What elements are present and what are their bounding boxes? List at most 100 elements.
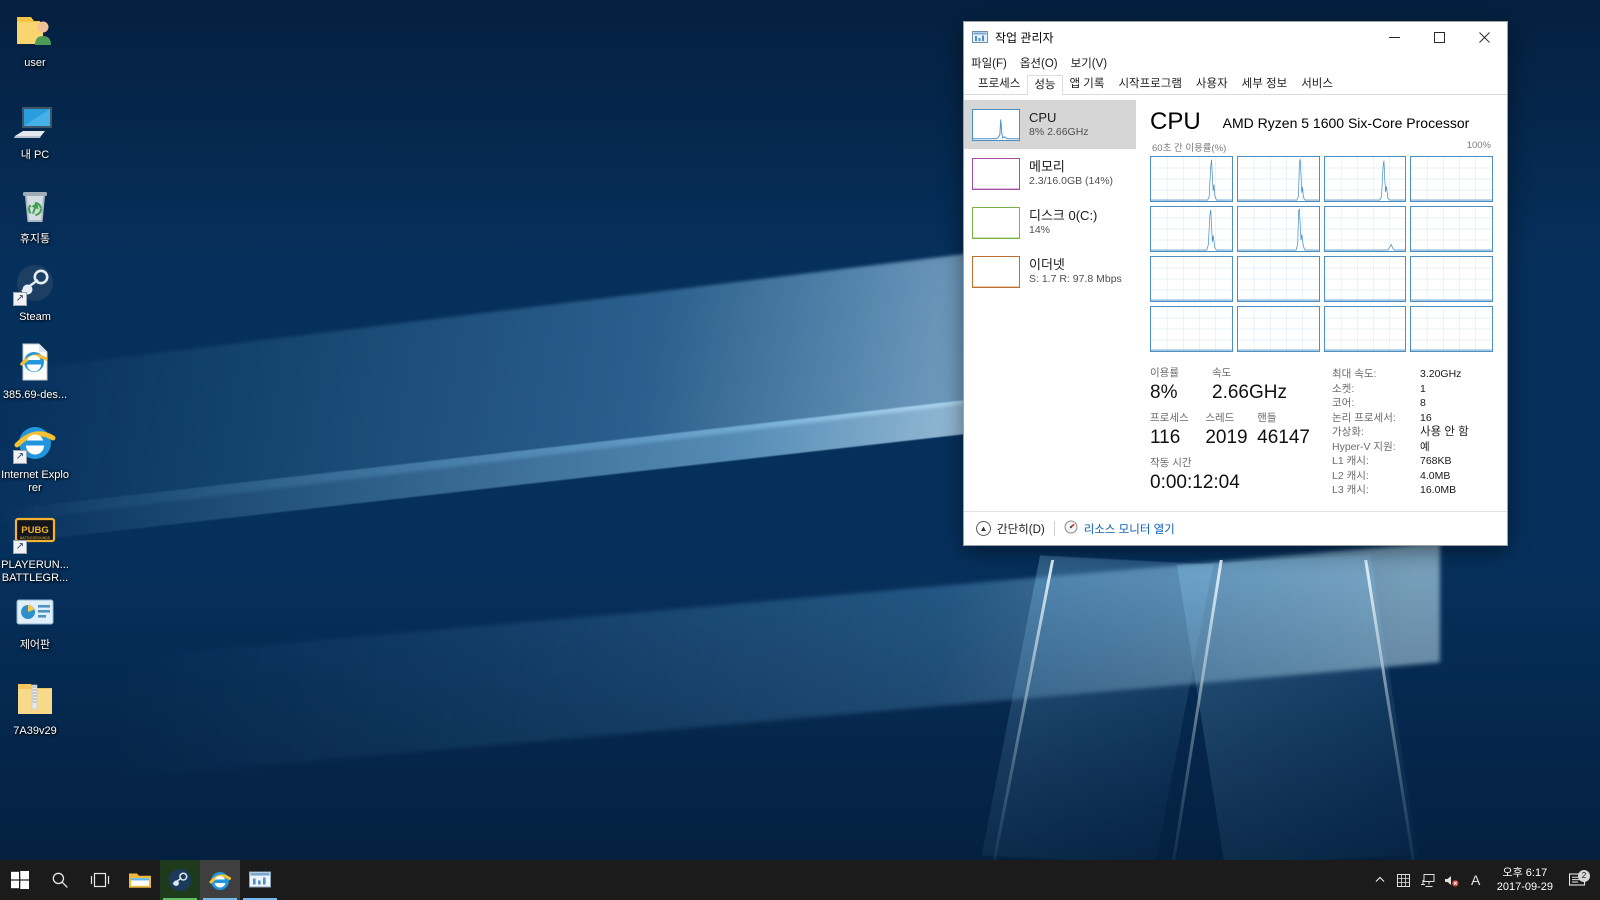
open-resource-monitor-button[interactable]: 리소스 모니터 열기 [1064, 520, 1175, 537]
desktop-icon-my-pc[interactable]: 내 PC [0, 100, 70, 162]
tab-5[interactable]: 세부 정보 [1235, 74, 1295, 94]
spec-row: L1 캐시:768KB [1332, 454, 1493, 469]
logical-processor-graph[interactable] [1324, 256, 1407, 302]
stat-utilization: 이용률 8% [1150, 366, 1212, 405]
stat-value: 8% [1150, 380, 1212, 405]
desktop-icon-steam[interactable]: ↗Steam [0, 262, 70, 324]
desktop-icon-label: Internet Explorer [0, 469, 70, 495]
logical-processor-graph[interactable] [1237, 206, 1320, 252]
logical-processor-graph[interactable] [1150, 256, 1233, 302]
cpu-detail-panel: CPU AMD Ryzen 5 1600 Six-Core Processor … [1136, 95, 1507, 511]
resource-subtext: 8% 2.66GHz [1029, 126, 1089, 139]
logical-processor-graph[interactable] [1150, 156, 1233, 202]
search-button[interactable] [40, 860, 80, 900]
logical-processor-graph[interactable] [1324, 206, 1407, 252]
grid-icon[interactable] [1392, 874, 1416, 887]
steam-icon: ↗ [13, 262, 57, 306]
desktop-icon-user[interactable]: user [0, 8, 70, 70]
stat-label: 스레드 [1205, 411, 1257, 425]
computer-icon [13, 100, 57, 144]
cpu-statistics: 이용률 8% 속도 2.66GHz 프로세스 116 [1150, 366, 1493, 498]
stat-handles: 핸들 46147 [1257, 411, 1310, 450]
desktop-icon-pubg[interactable]: PUBGBATTLEGROUNDS↗PLAYERUN... BATTLEGR..… [0, 510, 70, 585]
resource-name: 디스크 0(C:) [1029, 208, 1097, 223]
taskbar-app-file-explorer[interactable] [120, 860, 160, 900]
status-bar[interactable]: ▲ 간단히(D) 리소스 모니터 열기 [964, 511, 1507, 545]
tab-0[interactable]: 프로세스 [971, 74, 1027, 94]
spec-key: L3 캐시: [1332, 483, 1420, 498]
folder-icon [128, 870, 152, 890]
resource-monitor-icon [1064, 520, 1078, 537]
tab-4[interactable]: 사용자 [1189, 74, 1235, 94]
resource-item-[interactable]: 이더넷S: 1.7 R: 97.8 Mbps [964, 247, 1136, 296]
spec-key: 코어: [1332, 396, 1420, 411]
tab-6[interactable]: 서비스 [1294, 74, 1340, 94]
title-bar[interactable]: 작업 관리자 [964, 22, 1507, 52]
volume-muted-icon[interactable] [1440, 874, 1464, 887]
maximize-button[interactable] [1417, 22, 1462, 52]
menu-item-view[interactable]: 보기(V) [1071, 55, 1108, 71]
taskbar-app-steam[interactable] [160, 860, 200, 900]
desktop-icon-internet-explorer[interactable]: ↗ Internet Explorer [0, 420, 70, 495]
tab-1[interactable]: 성능 [1027, 75, 1062, 95]
logical-processor-graph[interactable] [1410, 306, 1493, 352]
tab-3[interactable]: 시작프로그램 [1111, 74, 1188, 94]
menu-item-file[interactable]: 파일(F) [971, 55, 1007, 71]
taskbar-app-internet-explorer[interactable] [200, 860, 240, 900]
spec-value: 4.0MB [1420, 469, 1450, 484]
menu-bar[interactable]: 파일(F) 옵션(O) 보기(V) [964, 52, 1507, 73]
resource-subtext: 2.3/16.0GB (14%) [1029, 175, 1113, 188]
system-tray[interactable]: A 오후 6:17 2017-09-29 2 [1368, 860, 1600, 900]
close-button[interactable] [1462, 22, 1507, 52]
desktop-icon-control-panel[interactable]: 제어판 [0, 590, 70, 652]
tab-2[interactable]: 앱 기록 [1063, 74, 1112, 94]
desktop-icon-label: user [24, 57, 45, 70]
clock[interactable]: 오후 6:17 2017-09-29 [1488, 860, 1562, 900]
start-button[interactable] [0, 860, 40, 900]
desktop-icon-recycle-bin[interactable]: 휴지통 [0, 184, 70, 246]
spec-row: 소켓:1 [1332, 382, 1493, 397]
network-icon[interactable] [1416, 874, 1440, 887]
show-hidden-icons-button[interactable] [1368, 874, 1392, 886]
logical-processor-graph[interactable] [1150, 206, 1233, 252]
shortcut-arrow-icon: ↗ [13, 292, 27, 306]
action-center-button[interactable]: 2 [1562, 873, 1592, 888]
fewer-details-button[interactable]: ▲ 간단히(D) [976, 521, 1045, 537]
stats-row-utilization: 이용률 8% 속도 2.66GHz [1150, 366, 1310, 405]
internet-explorer-icon: ↗ [13, 420, 57, 464]
minimize-button[interactable] [1372, 22, 1417, 52]
logical-processor-graph[interactable] [1410, 256, 1493, 302]
resource-item-cpu[interactable]: CPU8% 2.66GHz [964, 100, 1136, 149]
resource-thumbnail [972, 109, 1020, 141]
logical-processor-graph[interactable] [1150, 306, 1233, 352]
logical-processor-graph[interactable] [1324, 156, 1407, 202]
tab-bar[interactable]: 프로세스성능앱 기록시작프로그램사용자세부 정보서비스 [964, 73, 1507, 95]
stat-label: 이용률 [1150, 366, 1212, 380]
logical-processor-graph[interactable] [1324, 306, 1407, 352]
stats-row-counts: 프로세스 116 스레드 2019 핸들 46147 [1150, 411, 1310, 450]
logical-processor-graph[interactable] [1410, 156, 1493, 202]
desktop-icon-driver-file[interactable]: 385.69-des... [0, 340, 70, 402]
logical-processor-grid[interactable] [1150, 156, 1493, 352]
logical-processor-graph[interactable] [1237, 256, 1320, 302]
desktop-icon-label: 7A39v29 [13, 725, 56, 738]
taskbar-app-task-manager[interactable] [240, 860, 280, 900]
desktop-icon-label: PLAYERUN... BATTLEGR... [0, 559, 70, 585]
resource-item-[interactable]: 메모리2.3/16.0GB (14%) [964, 149, 1136, 198]
start-icon [11, 871, 29, 889]
resource-sidebar[interactable]: CPU8% 2.66GHz메모리2.3/16.0GB (14%)디스크 0(C:… [964, 95, 1136, 511]
ime-indicator[interactable]: A [1464, 872, 1488, 888]
menu-item-options[interactable]: 옵션(O) [1020, 55, 1058, 71]
task-manager-window[interactable]: 작업 관리자 파일(F) 옵션(O) 보기(V) 프로세스성능앱 기록시작프로그… [963, 21, 1508, 546]
taskbar[interactable]: A 오후 6:17 2017-09-29 2 [0, 860, 1600, 900]
logical-processor-graph[interactable] [1237, 306, 1320, 352]
spec-key: L2 캐시: [1332, 469, 1420, 484]
spec-row: L3 캐시:16.0MB [1332, 483, 1493, 498]
cpu-header: CPU AMD Ryzen 5 1600 Six-Core Processor [1150, 103, 1493, 135]
logical-processor-graph[interactable] [1410, 206, 1493, 252]
logical-processor-graph[interactable] [1237, 156, 1320, 202]
resource-thumbnail [972, 207, 1020, 239]
task-view-button[interactable] [80, 860, 120, 900]
desktop-icon-archive-7a39v29[interactable]: 7A39v29 [0, 676, 70, 738]
resource-item-0c[interactable]: 디스크 0(C:)14% [964, 198, 1136, 247]
